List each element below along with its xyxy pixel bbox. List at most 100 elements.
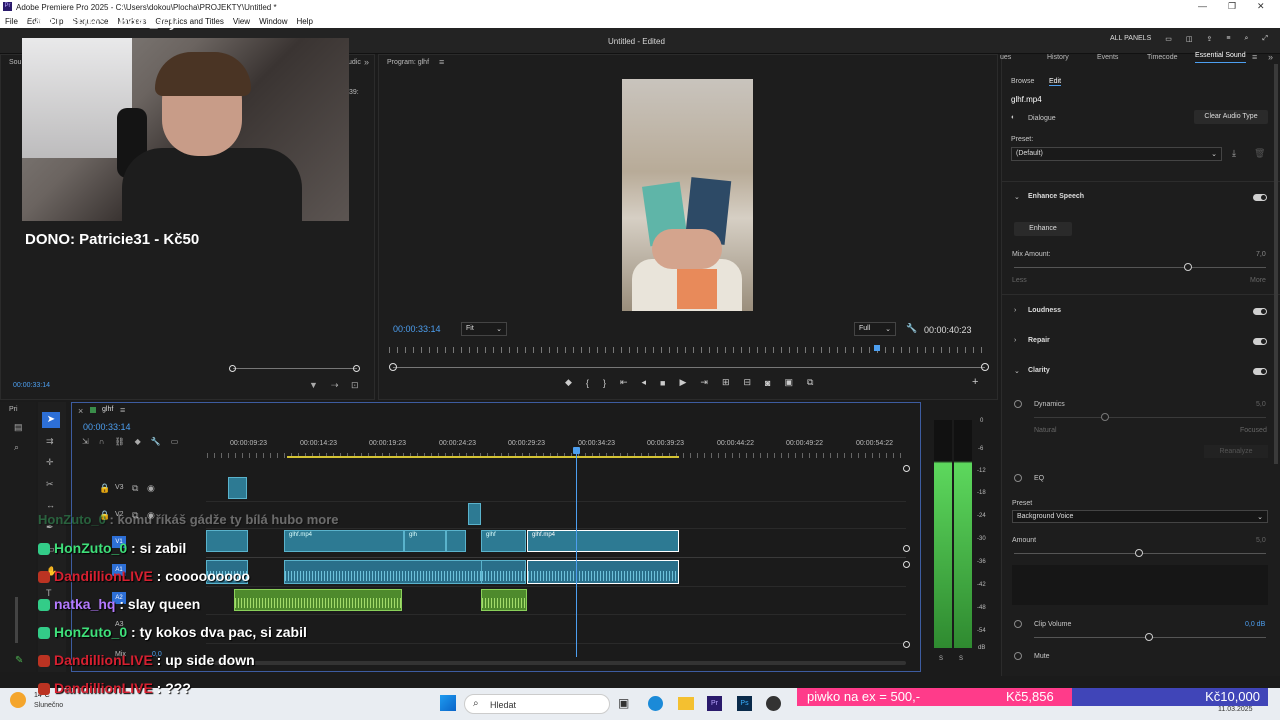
delete-preset-icon[interactable]: 🗑 xyxy=(1254,148,1265,159)
dynamics-slider[interactable] xyxy=(1034,417,1266,418)
collapse-arrow-icon[interactable]: › xyxy=(1014,307,1016,314)
audio-clip-a1-selected[interactable] xyxy=(527,560,679,584)
scroll-handle[interactable] xyxy=(903,465,910,472)
frame-icon[interactable]: ◫ xyxy=(1186,35,1193,43)
settings-icon[interactable]: ≡ xyxy=(1226,35,1230,43)
close-icon[interactable]: ✕ xyxy=(1257,1,1265,12)
work-area-bar[interactable] xyxy=(287,456,679,458)
program-ruler[interactable] xyxy=(389,347,984,353)
expand-icon[interactable]: ⤢ xyxy=(1262,35,1268,43)
add-button-icon[interactable]: + xyxy=(972,376,978,388)
track-select-icon[interactable]: ⇉ xyxy=(46,436,54,447)
step-back-icon[interactable]: ◂ xyxy=(642,377,647,388)
wrench-icon[interactable]: 🔧 xyxy=(906,323,917,334)
obs-taskbar-icon[interactable] xyxy=(766,696,781,711)
fit-dropdown[interactable]: Fit ⌄ xyxy=(461,322,507,336)
mix-amount-slider[interactable] xyxy=(1014,267,1266,268)
video-clip-v1[interactable]: glh xyxy=(404,530,446,552)
zoom-handle-left[interactable] xyxy=(229,365,236,372)
filter-icon[interactable]: ▼ xyxy=(309,380,318,390)
task-view-icon[interactable]: ▣ xyxy=(618,696,629,710)
explorer-icon[interactable] xyxy=(678,697,694,710)
mute-checkbox[interactable] xyxy=(1014,652,1022,660)
video-clip-v1[interactable] xyxy=(446,530,466,552)
go-to-in-icon[interactable]: ⇤ xyxy=(620,377,628,388)
audio-clip-a1[interactable] xyxy=(481,560,526,584)
eq-preset-dropdown[interactable]: Background Voice ⌄ xyxy=(1012,510,1268,523)
tab-essential-sound[interactable]: Essential Sound xyxy=(1195,52,1246,63)
extract-icon[interactable]: ⊟ xyxy=(743,377,751,388)
clip-volume-checkbox[interactable] xyxy=(1014,620,1022,628)
clip-volume-value[interactable]: 0,0 dB xyxy=(1245,621,1265,628)
menu-file[interactable]: File xyxy=(5,17,18,26)
source-zoom-bar[interactable] xyxy=(233,368,357,369)
windows-start-icon[interactable] xyxy=(440,695,456,711)
vr-icon[interactable]: ⧉ xyxy=(807,377,813,388)
tab-events[interactable]: Events xyxy=(1097,54,1118,61)
go-to-out-icon[interactable]: ⇥ xyxy=(700,377,708,388)
source-tab[interactable]: Sou xyxy=(9,59,21,66)
all-panels-button[interactable]: ALL PANELS xyxy=(1110,35,1151,43)
clear-audio-type-button[interactable]: Clear Audio Type xyxy=(1194,110,1268,124)
solo-button[interactable]: S xyxy=(959,656,963,662)
selection-tool-icon[interactable]: ➤ xyxy=(42,412,60,428)
dynamics-checkbox[interactable] xyxy=(1014,400,1022,408)
razor-tool-icon[interactable]: ✂ xyxy=(46,479,54,490)
menu-window[interactable]: Window xyxy=(259,17,287,26)
scroll-handle[interactable] xyxy=(903,561,910,568)
snap-icon[interactable]: ∩ xyxy=(99,437,105,446)
browse-tab[interactable]: Browse xyxy=(1011,78,1034,85)
mix-amount-knob[interactable] xyxy=(1184,263,1192,271)
video-clip-v1[interactable]: glhf xyxy=(481,530,526,552)
stop-icon[interactable]: ■ xyxy=(660,378,665,388)
pen-icon[interactable]: ✎ xyxy=(15,655,23,666)
clarity-toggle[interactable] xyxy=(1253,368,1267,375)
project-tab[interactable]: Pri xyxy=(9,406,18,413)
marker-icon[interactable]: ◆ xyxy=(565,377,572,388)
photoshop-taskbar-icon[interactable]: Ps xyxy=(737,696,752,711)
minimize-icon[interactable]: — xyxy=(1198,1,1207,11)
panel-menu-icon[interactable]: ≡ xyxy=(1252,52,1257,62)
video-clip-v1[interactable]: glhf.mp4 xyxy=(284,530,404,552)
preset-dropdown[interactable]: (Default) ⌄ xyxy=(1011,147,1222,161)
audio-clip-a2[interactable] xyxy=(481,589,527,611)
enhance-button[interactable]: Enhance xyxy=(1014,222,1072,236)
panel-scrollbar[interactable] xyxy=(1274,64,1278,464)
folder-icon[interactable]: ▤ xyxy=(14,422,23,433)
lift-icon[interactable]: ⊞ xyxy=(722,377,730,388)
solo-button[interactable]: S xyxy=(939,656,943,662)
panel-layout-icon[interactable]: ▭ xyxy=(1165,35,1172,43)
program-playhead[interactable] xyxy=(874,345,880,351)
clip-volume-knob[interactable] xyxy=(1145,633,1153,641)
video-clip-v3[interactable] xyxy=(228,477,247,499)
program-zoom-bar[interactable] xyxy=(393,367,985,368)
expand-arrow-icon[interactable]: ⌄ xyxy=(1014,367,1020,375)
audio-tab[interactable]: udic xyxy=(348,59,361,66)
search-icon[interactable]: ⌕ xyxy=(14,442,19,453)
captions-icon[interactable]: ▭ xyxy=(171,437,179,446)
eq-checkbox[interactable] xyxy=(1014,474,1022,482)
timeline-playhead[interactable] xyxy=(576,447,577,657)
sync-lock-icon[interactable]: ⧉ xyxy=(132,483,138,494)
quality-dropdown[interactable]: Full ⌄ xyxy=(854,322,896,336)
lock-icon[interactable]: 🔒 xyxy=(99,483,110,494)
expand-arrow-icon[interactable]: ⌄ xyxy=(1014,193,1020,201)
video-clip-v1[interactable] xyxy=(206,530,248,552)
playhead-handle[interactable] xyxy=(573,447,580,454)
compare-icon[interactable]: ▣ xyxy=(784,377,793,388)
timeline-h-scrollbar[interactable] xyxy=(206,661,906,665)
close-sequence-icon[interactable]: × xyxy=(78,406,83,416)
video-clip-v2[interactable] xyxy=(468,503,481,525)
linked-icon[interactable]: ⛓ xyxy=(114,437,124,446)
scroll-handle[interactable] xyxy=(903,545,910,552)
play-icon[interactable]: ▶ xyxy=(679,377,686,388)
enhance-speech-toggle[interactable] xyxy=(1253,194,1267,201)
mark-out-icon[interactable]: } xyxy=(603,378,606,388)
collapse-arrow-icon[interactable]: › xyxy=(1014,337,1016,344)
loudness-toggle[interactable] xyxy=(1253,308,1267,315)
program-zoom-left[interactable] xyxy=(389,363,397,371)
program-title[interactable]: Program: glhf xyxy=(387,59,429,66)
more-panels-icon[interactable]: » xyxy=(364,57,369,67)
mark-in-icon[interactable]: { xyxy=(586,378,589,388)
save-preset-icon[interactable]: ⤓ xyxy=(1232,148,1236,159)
